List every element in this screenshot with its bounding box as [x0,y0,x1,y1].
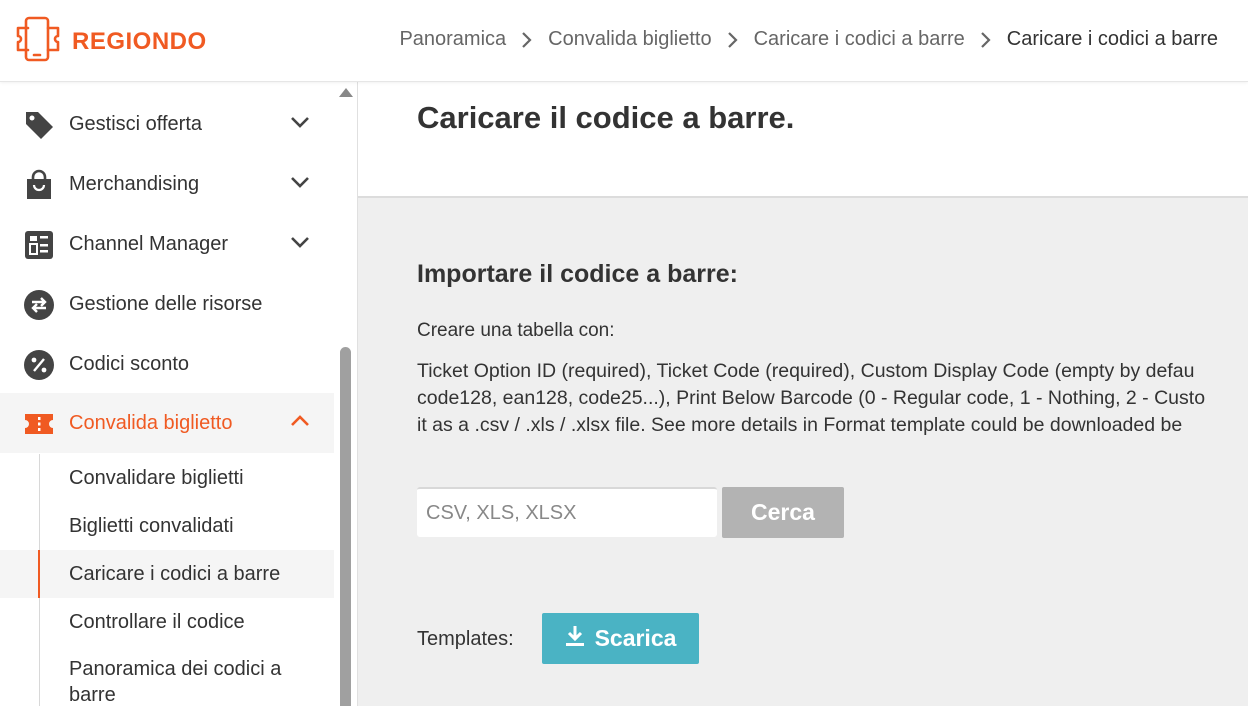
description-line: code128, ean128, code25...), Print Below… [417,387,1206,409]
brand-logo[interactable]: REGIONDO [14,16,207,67]
description-line: Ticket Option ID (required), Ticket Code… [417,360,1195,382]
sidebar-subitem-validate-tickets[interactable]: Convalidare biglietti [0,454,334,502]
download-button-label: Scarica [594,625,677,651]
chevron-right-icon [521,31,533,49]
file-input[interactable] [417,487,717,537]
regiondo-logo-icon [14,16,62,67]
sidebar-item-label: Channel Manager [69,232,228,255]
sidebar-item-label: Merchandising [69,172,200,195]
main-content: Caricare il codice a barre. Importare il… [358,82,1248,706]
breadcrumb-item-upload-barcodes[interactable]: Caricare i codici a barre [754,28,965,51]
search-button[interactable]: Cerca [722,487,844,538]
swap-arrows-icon [23,289,55,321]
sidebar-item-merchandising[interactable]: Merchandising [0,154,334,214]
sidebar-subitem-label: Caricare i codici a barre [69,563,281,585]
ticket-icon [23,408,55,440]
sidebar-item-label: Convalida biglietto [69,411,233,434]
templates-label: Templates: [417,628,514,650]
sidebar-subitem-barcodes-overview[interactable]: Panoramica dei codici a barre [0,647,334,706]
brand-name: REGIONDO [72,27,207,55]
sidebar-item-ticket-validation[interactable]: Convalida biglietto [0,393,334,453]
chevron-right-icon [727,31,739,49]
chevron-down-icon [289,175,311,194]
page-title-bar: Caricare il codice a barre. [358,82,1248,198]
sidebar-subitem-label: Convalidare biglietti [69,467,244,489]
chevron-right-icon [980,31,992,49]
chevron-up-icon [289,414,311,433]
format-description: Ticket Option ID (required), Ticket Code… [417,358,1205,439]
percent-icon [23,349,55,381]
create-table-text: Creare una tabella con: [417,320,615,341]
sidebar-item-label: Gestione delle risorse [69,292,263,315]
sidebar-item-label: Codici sconto [69,352,190,375]
breadcrumb-item-overview[interactable]: Panoramica [399,28,506,51]
sidebar-item-discount-codes[interactable]: Codici sconto [0,334,334,394]
breadcrumb-item-current: Caricare i codici a barre [1006,28,1218,50]
section-title: Importare il codice a barre: [417,260,738,288]
page-title: Caricare il codice a barre. [417,100,795,135]
sidebar-item-label: Gestisci offerta [69,112,203,135]
sidebar-subitem-upload-barcodes[interactable]: Caricare i codici a barre [0,550,334,598]
sidebar-item-manage-offer[interactable]: Gestisci offerta [0,94,334,154]
sidebar-subitem-label: Panoramica dei codici a barre [69,658,282,706]
sidebar-subitem-validated-tickets[interactable]: Biglietti convalidati [0,502,334,550]
download-icon [565,625,585,653]
sidebar-item-resource-management[interactable]: Gestione delle risorse [0,274,334,334]
chevron-down-icon [289,115,311,134]
sidebar: Gestisci offerta Merchandising Channel M… [0,82,358,706]
sidebar-subitem-check-code[interactable]: Controllare il codice [0,598,334,646]
shopping-bag-icon [23,169,55,201]
sidebar-subitem-label: Biglietti convalidati [69,515,234,537]
sidebar-subitem-label: Controllare il codice [69,611,245,633]
sidebar-item-channel-manager[interactable]: Channel Manager [0,214,334,274]
scrollbar-thumb[interactable] [340,347,351,706]
sidebar-scrollbar[interactable] [337,82,354,706]
breadcrumb-item-ticket-validation[interactable]: Convalida biglietto [548,28,711,51]
description-line: it as a .csv / .xls / .xlsx file. See mo… [417,414,1183,436]
breadcrumb: Panoramica Convalida biglietto Caricare … [399,28,1218,51]
scroll-up-arrow-icon[interactable] [339,88,353,97]
dashboard-icon [23,229,55,261]
top-header: REGIONDO Panoramica Convalida biglietto … [0,0,1248,82]
chevron-down-icon [289,235,311,254]
tag-icon [23,109,55,141]
download-button[interactable]: Scarica [542,613,699,664]
